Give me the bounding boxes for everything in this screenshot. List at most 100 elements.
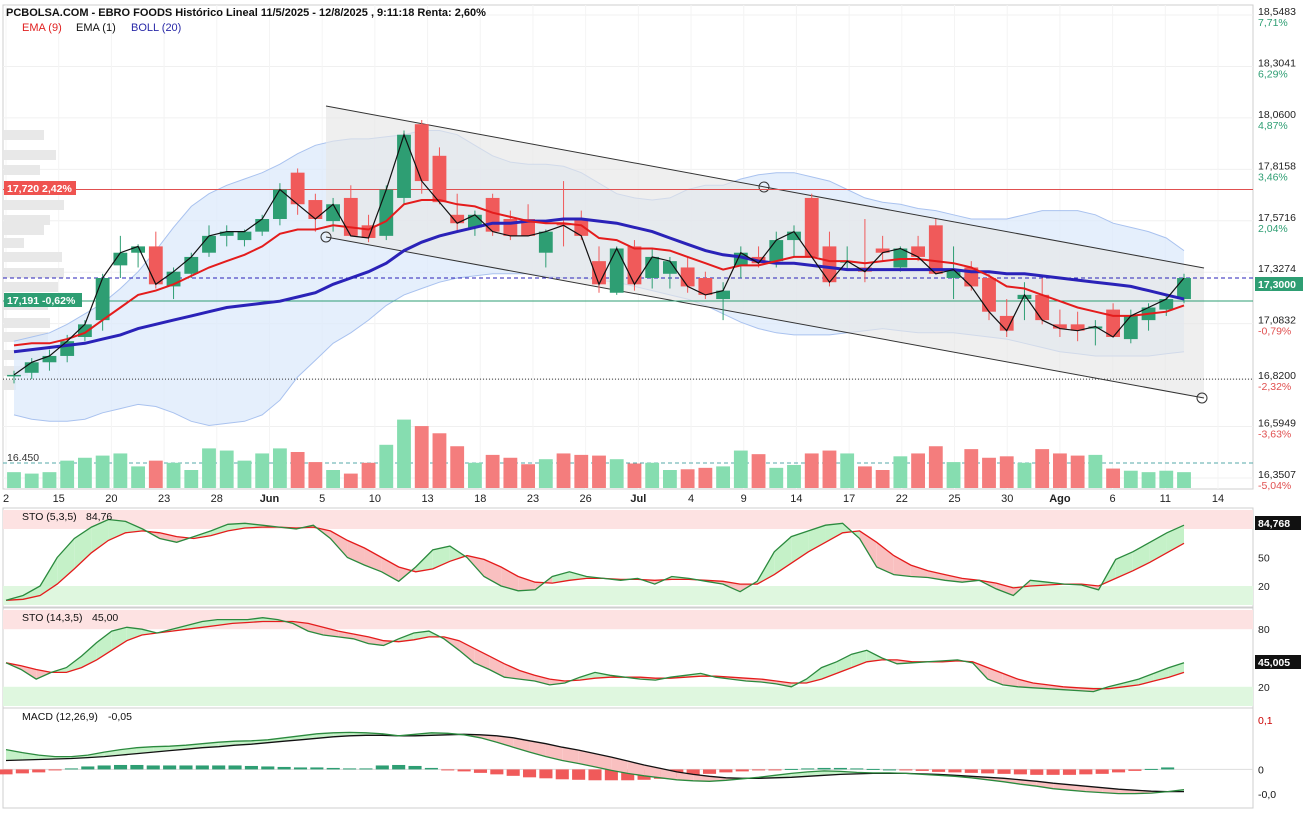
macd-histogram-bar (114, 765, 127, 769)
volume-bar (362, 463, 376, 488)
candle-body (43, 356, 57, 362)
macd-histogram-bar (343, 768, 356, 769)
x-tick-label: 17 (843, 493, 855, 505)
profile-bar (4, 130, 44, 140)
macd-histogram-bar (1014, 769, 1027, 774)
sto1-title: STO (5,3,5) (22, 511, 77, 523)
volume-bar (1053, 453, 1067, 488)
macd-histogram-bar (359, 768, 372, 769)
macd-histogram-bar (539, 769, 552, 778)
volume-bar (255, 453, 269, 488)
macd-histogram-bar (507, 769, 520, 775)
macd-histogram-bar (310, 767, 323, 769)
macd-histogram-bar (818, 768, 831, 769)
x-tick-label: 26 (580, 493, 592, 505)
macd-histogram-bar (130, 765, 143, 769)
candle-body (415, 124, 429, 181)
candle-body (911, 246, 925, 257)
volume-bar (238, 461, 252, 488)
osc-tick-label: 80 (1258, 624, 1270, 636)
macd-histogram-bar (1063, 769, 1076, 774)
macd-histogram-bar (245, 766, 258, 769)
volume-bar (893, 456, 907, 488)
macd-histogram-bar (147, 765, 160, 769)
x-tick-label: Jul (630, 493, 646, 505)
volume-bar (1106, 469, 1120, 488)
candle-body (202, 236, 216, 253)
volume-bar (1142, 472, 1156, 488)
x-tick-label: 5 (319, 493, 325, 505)
macd-histogram-bar (932, 769, 945, 771)
volume-bar (344, 474, 358, 488)
volume-bar (1177, 472, 1191, 488)
percent-tick-label: -2,32% (1258, 381, 1291, 393)
candle-body (184, 257, 198, 274)
candle-body (255, 219, 269, 232)
volume-bar (273, 448, 287, 488)
x-tick-label: 25 (948, 493, 960, 505)
macd-histogram-bar (834, 768, 847, 769)
candle-body (25, 362, 39, 373)
macd-tick-label: 0 (1258, 764, 1264, 776)
volume-bar (752, 454, 766, 488)
volume-bar (113, 453, 127, 488)
macd-histogram-bar (16, 769, 29, 773)
candle-body (805, 198, 819, 257)
macd-histogram-bar (458, 769, 471, 771)
candle-body (610, 249, 624, 293)
volume-bar (149, 461, 163, 488)
macd-histogram-bar (801, 768, 814, 769)
upper-level-label: 17,720 2,42% (7, 183, 72, 195)
profile-bar (4, 225, 44, 235)
current-price-label: 17,3000 (1258, 279, 1296, 291)
macd-histogram-bar (556, 769, 569, 779)
macd-histogram-bar (441, 769, 454, 770)
volume-bar (539, 459, 553, 488)
volume-bar (1000, 456, 1014, 488)
macd-histogram-bar (899, 769, 912, 770)
x-tick-label: Jun (260, 493, 280, 505)
macd-tick-label: 0,1 (1258, 715, 1273, 727)
percent-tick-label: 2,04% (1258, 223, 1288, 235)
volume-bar (468, 463, 482, 488)
percent-tick-label: -3,63% (1258, 429, 1291, 441)
x-tick-label: 10 (369, 493, 381, 505)
volume-bar (433, 433, 447, 488)
volume-bar (840, 453, 854, 488)
x-tick-label: 9 (741, 493, 747, 505)
x-tick-label: 22 (896, 493, 908, 505)
percent-tick-label: 6,29% (1258, 68, 1288, 80)
zone-band (3, 586, 1253, 605)
macd-histogram-bar (49, 769, 62, 770)
candle-body (628, 246, 642, 284)
candle-body (539, 232, 553, 253)
volume-bar (645, 463, 659, 488)
candle-body (308, 200, 322, 219)
x-tick-label: 14 (790, 493, 802, 505)
volume-bar (1088, 455, 1102, 488)
osc-tick-label: 50 (1258, 553, 1270, 565)
profile-bar (4, 215, 50, 225)
macd-histogram-bar (965, 769, 978, 772)
volume-bar (503, 458, 517, 488)
volume-bar (25, 474, 39, 488)
volume-bar (592, 456, 606, 488)
legend-boll: BOLL (20) (131, 22, 181, 34)
x-tick-label: 14 (1212, 493, 1224, 505)
candle-body (982, 278, 996, 312)
candle-body (769, 240, 783, 261)
volume-bar (1018, 463, 1032, 488)
macd-histogram-bar (883, 769, 896, 770)
volume-bar (982, 458, 996, 488)
macd-tick-label: -0,0 (1258, 789, 1276, 801)
macd-histogram-bar (572, 769, 585, 779)
macd-histogram-bar (1047, 769, 1060, 774)
profile-bar (4, 165, 40, 175)
volume-bar (291, 452, 305, 488)
volume-bar (78, 458, 92, 488)
candle-body (397, 135, 411, 198)
volume-bar (805, 453, 819, 488)
macd-histogram-bar (736, 769, 749, 771)
sto2-value: 45,00 (92, 612, 118, 624)
volume-bar (557, 453, 571, 488)
